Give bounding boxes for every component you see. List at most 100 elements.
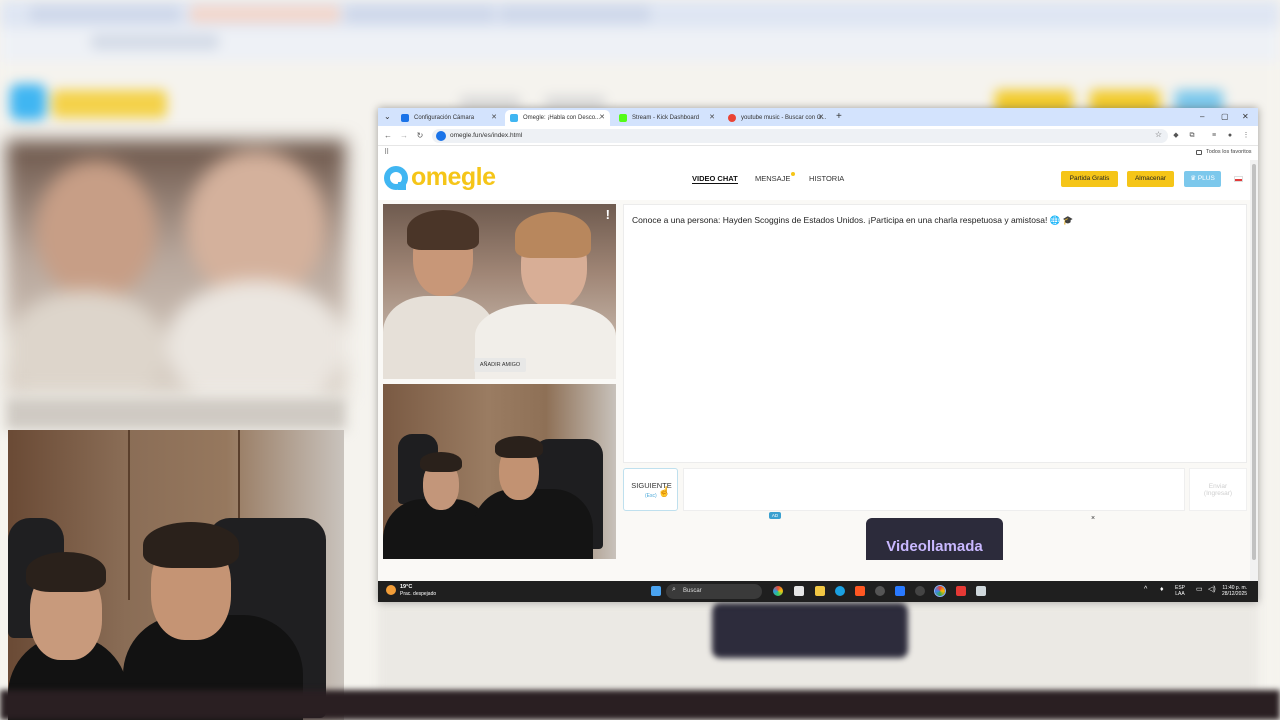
bookmarks-bar: ⠿ Todos los favoritos [378, 146, 1258, 160]
chrome-icon[interactable] [934, 585, 946, 597]
close-icon[interactable]: ✕ [599, 110, 605, 126]
send-button[interactable]: Enviar (Ingresar) [1189, 468, 1247, 511]
forward-icon[interactable]: → [397, 129, 411, 143]
notification-dot [791, 172, 795, 176]
tab-label: Omegle: ¡Habla con Desco... [523, 115, 601, 121]
date-text: 28/12/2025 [1222, 591, 1248, 597]
close-icon[interactable]: ✕ [491, 110, 497, 126]
profile-icon[interactable]: ● [1224, 129, 1236, 143]
message-input[interactable] [683, 468, 1185, 511]
person-body [473, 489, 593, 559]
background-partner-video [6, 140, 346, 395]
ad-close-icon[interactable]: × [1091, 515, 1095, 522]
tab-youtube-search[interactable]: youtube music - Buscar con G... ✕ [723, 110, 829, 126]
plus-button[interactable]: ♛ PLUS [1184, 171, 1221, 187]
media-icon[interactable]: ≡ [1208, 129, 1220, 143]
page-scrollbar[interactable] [1250, 160, 1258, 581]
store-button[interactable]: Almacenar [1127, 171, 1174, 187]
reload-icon[interactable]: ↻ [413, 129, 427, 143]
hand-cursor-icon: ☝ [658, 487, 671, 498]
nav-video-chat[interactable]: VIDEO CHAT [692, 174, 738, 184]
show-hidden-icons[interactable]: ^ [1144, 586, 1147, 593]
person-hair [407, 210, 479, 250]
background-logo-text [52, 90, 167, 118]
add-friend-button[interactable]: AÑADIR AMIGO [474, 358, 526, 372]
video-call-banner[interactable]: Videollamada [866, 518, 1003, 560]
all-bookmarks-link[interactable]: Todos los favoritos [1206, 149, 1252, 155]
tab-camera-config[interactable]: Configuración Cámara ✕ [396, 110, 502, 126]
clock[interactable]: 11:40 p. m. 28/12/2025 [1222, 585, 1247, 597]
tab-list-icon[interactable]: ⌄ [384, 108, 391, 126]
app-icon[interactable] [875, 586, 885, 596]
background-nav [460, 96, 520, 108]
bookmark-star-icon[interactable]: ☆ [1155, 130, 1162, 139]
background-video-button [712, 603, 908, 658]
volume-icon[interactable]: ◁) [1208, 586, 1216, 593]
app-icon-gray[interactable] [976, 586, 986, 596]
browser-window: ⌄ Configuración Cámara ✕ Omegle: ¡Habla … [378, 108, 1258, 602]
chat-log: Conoce a una persona: Hayden Scoggins de… [623, 204, 1247, 463]
background-url [90, 34, 220, 50]
brave-icon[interactable] [855, 586, 865, 596]
maximize-button[interactable]: ▢ [1221, 108, 1229, 126]
google-icon [728, 114, 736, 122]
close-icon[interactable]: ✕ [709, 110, 715, 126]
logo-icon[interactable] [382, 164, 410, 192]
extension-icon[interactable]: ◆ [1170, 129, 1182, 143]
weather-icon[interactable] [386, 585, 396, 595]
next-shortcut-hint: (Esc) [645, 493, 657, 499]
language-indicator[interactable]: ESP LAA [1175, 585, 1185, 597]
mic-icon[interactable]: ♦ [1160, 586, 1164, 593]
tab-label: Configuración Cámara [414, 115, 475, 121]
tab-omegle[interactable]: Omegle: ¡Habla con Desco... ✕ [505, 110, 610, 126]
tab-label: youtube music - Buscar con G... [741, 115, 827, 121]
video-call-label: Videollamada [886, 538, 983, 555]
address-bar: ← → ↻ omegle.fun/es/index.html ☆ ◆ ⧉ ≡ ●… [378, 126, 1258, 146]
network-icon[interactable]: ▭ [1196, 586, 1203, 593]
background-nav [545, 96, 605, 108]
gear-icon [401, 114, 409, 122]
task-view-icon[interactable] [794, 586, 804, 596]
puzzle-icon[interactable]: ⧉ [1186, 129, 1198, 143]
weather-widget[interactable]: 19°C Prac. despejado [400, 584, 436, 598]
partner-video: ! AÑADIR AMIGO [383, 204, 616, 379]
temperature-text: 19°C [400, 584, 413, 590]
site-header: omegle VIDEO CHAT MENSAJE HISTORIA Parti… [378, 160, 1250, 200]
menu-icon[interactable]: ⋮ [1240, 129, 1252, 143]
person-hair [495, 436, 543, 458]
nav-message[interactable]: MENSAJE [755, 172, 795, 183]
file-explorer-icon[interactable] [815, 586, 825, 596]
edge-icon[interactable] [835, 586, 845, 596]
url-field[interactable]: omegle.fun/es/index.html ☆ [432, 129, 1168, 143]
obs-icon[interactable] [915, 586, 925, 596]
mail-icon[interactable] [895, 586, 905, 596]
person-hair [515, 212, 591, 258]
ad-badge: AD [769, 512, 781, 519]
tab-kick-dashboard[interactable]: Stream - Kick Dashboard ✕ [614, 110, 720, 126]
logo-text[interactable]: omegle [411, 163, 496, 192]
next-button[interactable]: SIGUIENTE (Esc) ☝ [623, 468, 678, 511]
free-game-button[interactable]: Partida Gratis [1061, 171, 1118, 187]
omegle-icon [510, 114, 518, 122]
search-icon: ⌕ [672, 586, 676, 593]
nav-history[interactable]: HISTORIA [809, 174, 844, 183]
windows-start-icon[interactable] [651, 586, 661, 596]
person-hair [143, 522, 239, 568]
minimize-button[interactable]: – [1200, 108, 1204, 126]
back-icon[interactable]: ← [381, 129, 395, 143]
tab-bar: ⌄ Configuración Cámara ✕ Omegle: ¡Habla … [378, 108, 1258, 126]
close-icon[interactable]: ✕ [818, 110, 824, 126]
copilot-icon[interactable] [773, 586, 783, 596]
new-tab-button[interactable]: + [836, 108, 842, 126]
scrollbar-thumb[interactable] [1252, 164, 1256, 560]
person-hair [26, 552, 106, 592]
report-icon[interactable]: ! [606, 207, 610, 222]
taskbar: 19°C Prac. despejado ⌕ Buscar ^ ♦ ESP LA… [378, 581, 1258, 602]
app-icon-red[interactable] [956, 586, 966, 596]
taskbar-search[interactable]: ⌕ Buscar [666, 584, 762, 599]
site-info-icon[interactable] [436, 131, 446, 141]
language-flag-icon[interactable] [1234, 176, 1243, 182]
apps-icon[interactable]: ⠿ [384, 148, 389, 156]
background-logo-icon [10, 84, 46, 120]
close-window-button[interactable]: ✕ [1242, 108, 1249, 126]
